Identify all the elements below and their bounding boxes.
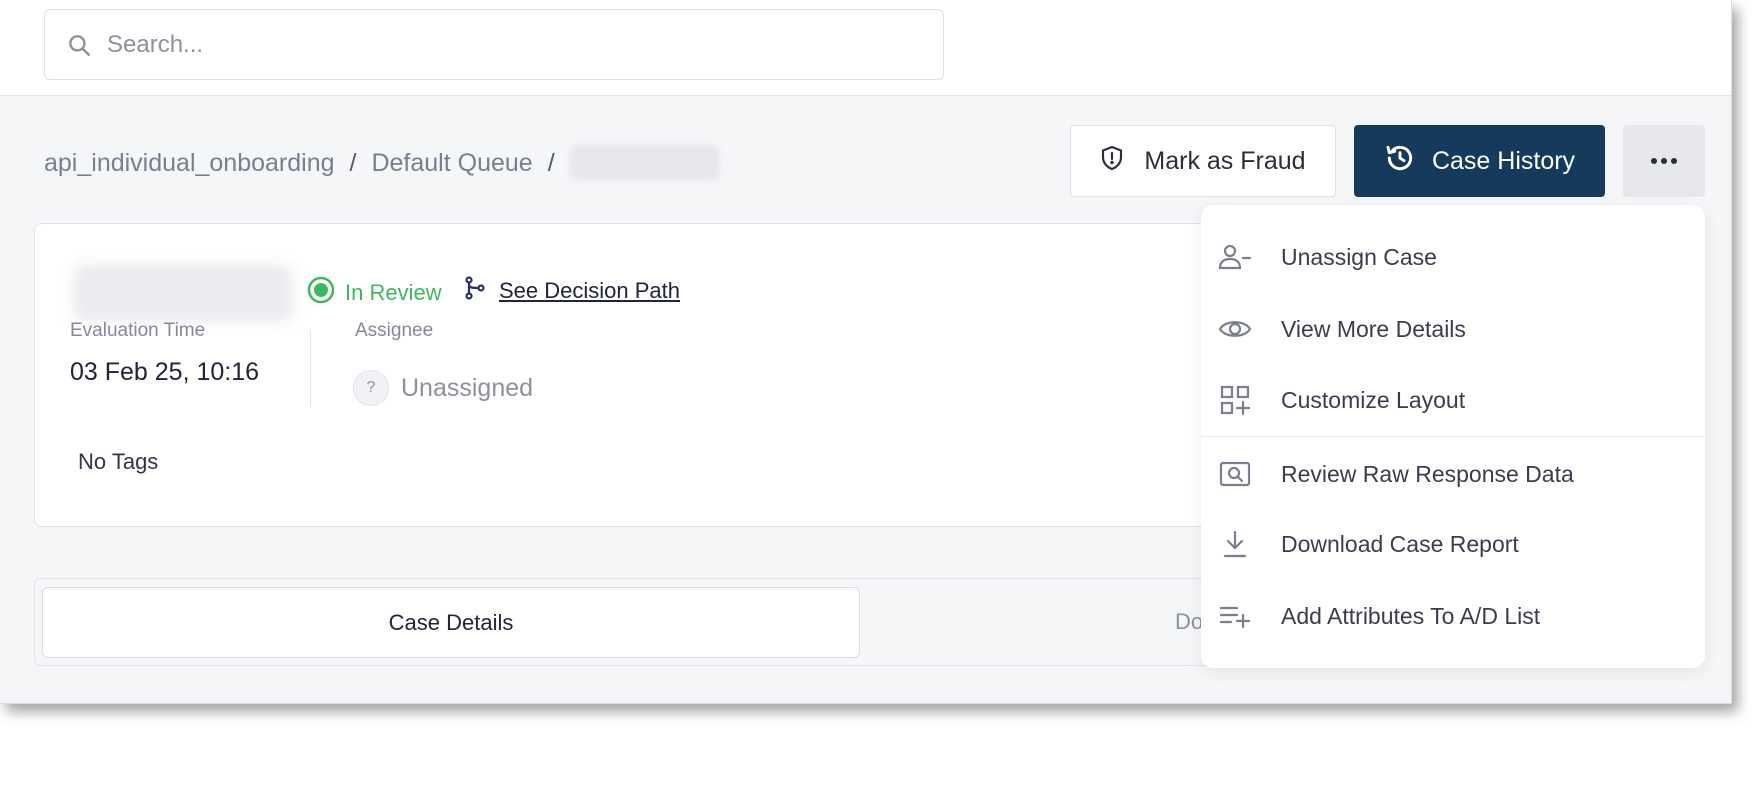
tags-label: No Tags (78, 449, 159, 474)
more-actions-menu: Unassign Case View More Details Customiz… (1201, 205, 1705, 668)
case-history-label: Case History (1431, 146, 1576, 175)
case-id-redacted (73, 264, 293, 322)
search-box-icon (1217, 461, 1253, 487)
status-dot-icon (307, 276, 335, 310)
evaluation-time-label: Evaluation Time (70, 320, 206, 341)
search-box[interactable] (44, 9, 944, 80)
app-window: api_individual_onboarding / Default Queu… (0, 0, 1732, 704)
assignee-label: Assignee (355, 320, 434, 341)
breadcrumb-separator: / (547, 148, 555, 177)
history-icon (1384, 142, 1416, 181)
branch-icon (465, 276, 485, 306)
menu-item-review-raw-response[interactable]: Review Raw Response Data (1201, 444, 1705, 504)
avatar: ? (353, 370, 389, 406)
evaluation-time-value: 03 Feb 25, 10:16 (70, 358, 260, 386)
mark-as-fraud-label: Mark as Fraud (1144, 146, 1306, 175)
field-divider (310, 331, 311, 406)
menu-item-view-more-details[interactable]: View More Details (1201, 299, 1705, 359)
menu-item-unassign-case[interactable]: Unassign Case (1201, 227, 1705, 287)
search-icon (65, 31, 93, 59)
grid-plus-icon (1217, 385, 1253, 415)
status-label: In Review (345, 280, 442, 305)
menu-item-label: View More Details (1281, 315, 1466, 342)
mark-as-fraud-button[interactable]: Mark as Fraud (1070, 125, 1336, 197)
status-badge: In Review (307, 276, 442, 310)
assignee-value: Unassigned (401, 373, 534, 402)
see-decision-path-link[interactable]: See Decision Path (499, 278, 680, 304)
menu-item-label: Download Case Report (1281, 530, 1519, 557)
playlist-add-icon (1217, 604, 1253, 628)
more-actions-button[interactable] (1623, 125, 1705, 197)
breadcrumb: api_individual_onboarding / Default Queu… (44, 145, 720, 181)
breadcrumb-case-id-redacted (569, 145, 720, 181)
eye-icon (1217, 317, 1253, 341)
menu-divider (1201, 436, 1705, 437)
shield-alert-icon (1100, 145, 1124, 178)
case-history-button[interactable]: Case History (1354, 125, 1605, 197)
menu-item-label: Customize Layout (1281, 386, 1466, 413)
top-bar (0, 0, 1731, 96)
breadcrumb-workflow[interactable]: api_individual_onboarding (44, 149, 335, 178)
menu-item-label: Unassign Case (1281, 243, 1437, 270)
user-minus-icon (1217, 242, 1253, 272)
menu-item-download-case-report[interactable]: Download Case Report (1201, 514, 1705, 574)
download-icon (1217, 529, 1253, 559)
tab-case-details[interactable]: Case Details (42, 587, 860, 658)
menu-item-label: Add Attributes To A/D List (1281, 602, 1541, 629)
search-input[interactable] (107, 30, 887, 59)
decision-path[interactable]: See Decision Path (465, 276, 680, 306)
tab-second[interactable]: Do (1175, 609, 1203, 635)
breadcrumb-queue[interactable]: Default Queue (371, 149, 532, 178)
menu-item-customize-layout[interactable]: Customize Layout (1201, 370, 1705, 430)
assignee-selector[interactable]: ? Unassigned (353, 370, 533, 406)
more-horizontal-icon (1650, 152, 1678, 170)
breadcrumb-separator: / (349, 148, 357, 177)
menu-item-label: Review Raw Response Data (1281, 460, 1574, 487)
menu-item-add-attributes[interactable]: Add Attributes To A/D List (1201, 586, 1705, 646)
